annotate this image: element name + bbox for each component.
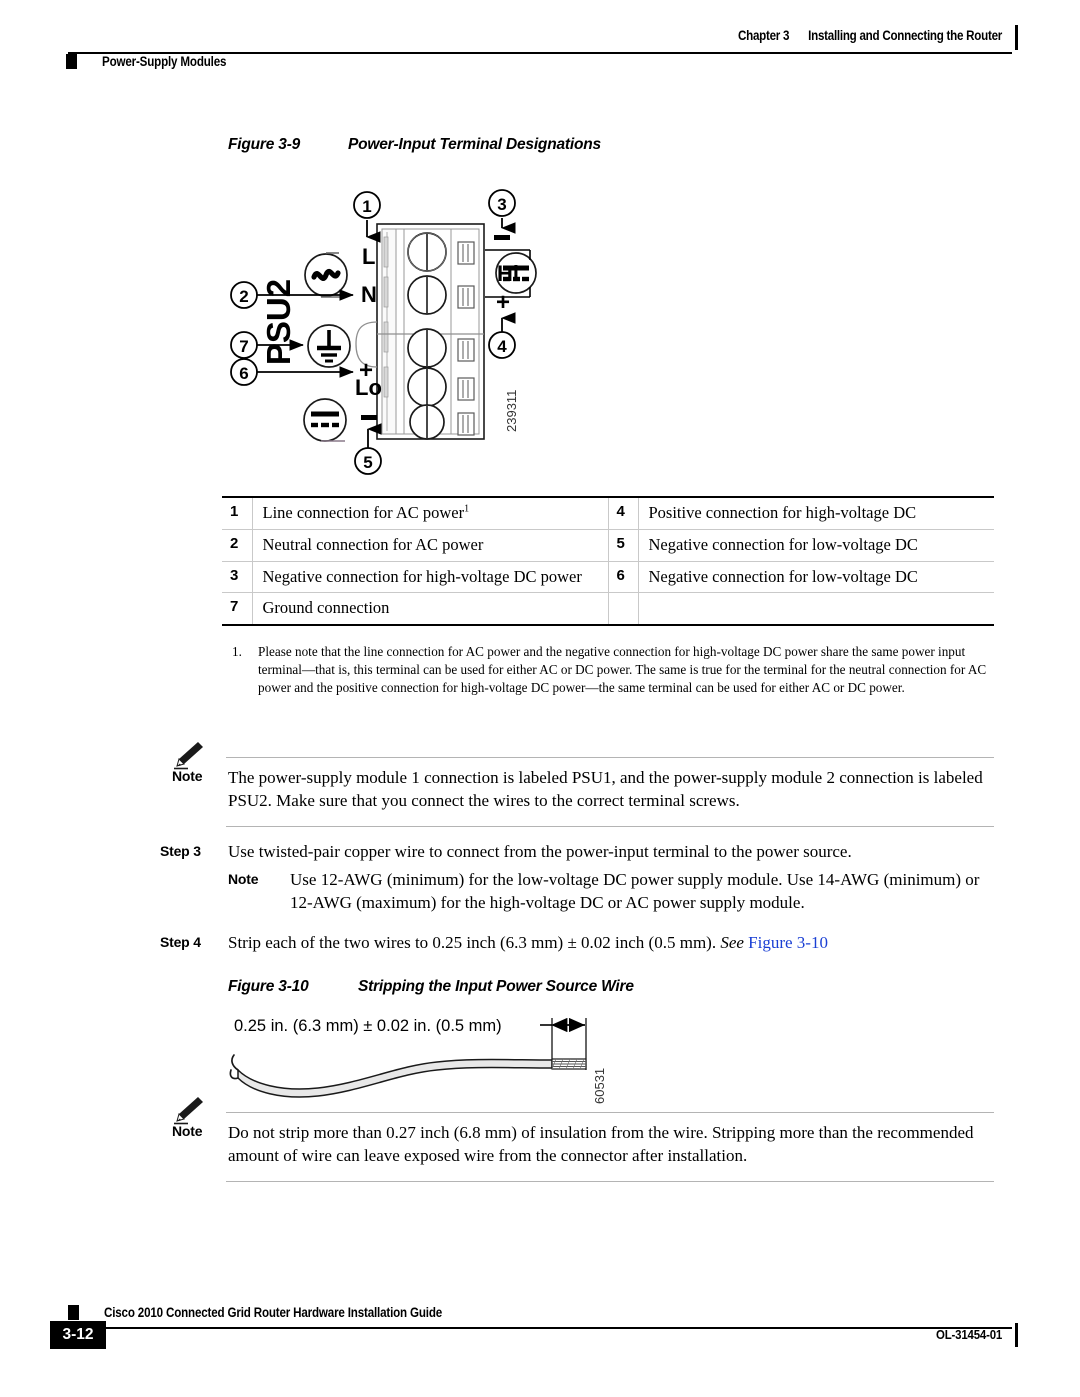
callout-4: 4 xyxy=(488,312,516,359)
legend-text: Negative connection for low-voltage DC xyxy=(638,561,994,594)
figure-3-10-link[interactable]: Figure 3-10 xyxy=(748,933,828,952)
table-row: 1 Line connection for AC power1 4 Positi… xyxy=(222,495,994,530)
figure-3-9-title: Power-Input Terminal Designations xyxy=(348,136,601,153)
legend-text: Line connection for AC power1 xyxy=(252,495,609,530)
footer-guide-title: Cisco 2010 Connected Grid Router Hardwar… xyxy=(104,1305,443,1320)
note-rule-top xyxy=(226,757,994,759)
figure-3-9-caption: Figure 3-9 Power-Input Terminal Designati… xyxy=(228,136,601,154)
terminal-label-low-minus xyxy=(361,415,377,420)
header-chapter-info: Chapter 3 Installing and Connecting the R… xyxy=(738,28,1002,43)
legend-text xyxy=(638,592,994,627)
note-rule-bottom xyxy=(226,1181,994,1183)
legend-number: 2 xyxy=(222,529,253,562)
legend-number: 3 xyxy=(222,561,253,594)
ac-sine-symbol-icon xyxy=(304,252,348,298)
earth-ground-symbol-icon xyxy=(307,324,351,368)
svg-text:2: 2 xyxy=(239,287,248,306)
svg-text:7: 7 xyxy=(239,337,248,356)
legend-text: Positive connection for high-voltage DC xyxy=(638,495,994,530)
step-4-see-word: See xyxy=(720,933,744,952)
legend-number: 6 xyxy=(608,561,639,594)
note-block-psu: Note The power-supply module 1 connectio… xyxy=(172,740,994,828)
legend-text-value: Line connection for AC power xyxy=(262,503,465,522)
header-chapter-title: Installing and Connecting the Router xyxy=(808,28,1002,43)
note-rule-top xyxy=(226,1112,994,1114)
pencil-icon xyxy=(174,1097,203,1125)
note-text: Use 12-AWG (minimum) for the low-voltage… xyxy=(290,870,980,913)
figure-3-10-title: Stripping the Input Power Source Wire xyxy=(358,978,634,995)
callout-3: 3 xyxy=(488,189,516,234)
pencil-icon xyxy=(174,742,203,770)
step-4-text: Strip each of the two wires to 0.25 inch… xyxy=(228,931,994,954)
terminal-label-L: L xyxy=(362,244,375,269)
change-bar-icon xyxy=(1015,25,1018,50)
wire-stripped-conductor xyxy=(551,1058,587,1070)
legend-number xyxy=(608,592,639,627)
svg-text:5: 5 xyxy=(363,453,372,472)
terminal-label-N: N xyxy=(361,282,377,307)
step-3-label: Step 3 xyxy=(160,843,201,859)
bullet-square-icon xyxy=(66,54,77,69)
callout-1: 1 xyxy=(353,191,381,243)
legend-number: 1 xyxy=(222,495,253,530)
note-label: Note xyxy=(172,768,203,784)
change-bar-icon xyxy=(1015,1323,1018,1347)
step-4-label: Step 4 xyxy=(160,934,201,950)
header-section: Power-Supply Modules xyxy=(66,54,247,69)
page-footer: Cisco 2010 Connected Grid Router Hardwar… xyxy=(0,1277,1080,1397)
header-chapter-number: Chapter 3 xyxy=(737,28,790,43)
note-text: The power-supply module 1 connection is … xyxy=(228,768,983,811)
psu2-label: PSU2 xyxy=(260,279,297,365)
table-row: 7 Ground connection xyxy=(222,592,994,627)
figure-3-9-number: Figure 3-9 xyxy=(228,136,301,153)
svg-text:4: 4 xyxy=(497,337,507,356)
figure-3-10-number: Figure 3-10 xyxy=(228,978,309,995)
note-rule-bottom xyxy=(226,826,994,828)
page-number-badge: 3-12 xyxy=(50,1321,106,1349)
terminal-label-high-minus xyxy=(494,235,510,240)
legend-text: Neutral connection for AC power xyxy=(252,529,609,562)
legend-text: Negative connection for low-voltage DC xyxy=(638,529,994,562)
hi-label: Hi xyxy=(497,261,519,286)
note-block-awg: Note Use 12-AWG (minimum) for the low-vo… xyxy=(228,868,994,930)
footnote-marker: 1. xyxy=(232,644,242,659)
figure-3-10-caption: Figure 3-10 Stripping the Input Power Sou… xyxy=(228,978,634,996)
table-row: 2 Neutral connection for AC power 5 Nega… xyxy=(222,529,994,562)
footnote-text: Please note that the line connection for… xyxy=(258,644,987,696)
legend-text: Ground connection xyxy=(252,592,609,627)
legend-text: Negative connection for high-voltage DC … xyxy=(252,561,609,594)
figure-3-9-graphic: PSU2 Hi Lo L N + + 1 3 2 7 6 5 4 239311 xyxy=(225,182,565,487)
footer-rule xyxy=(68,1327,1012,1329)
svg-text:1: 1 xyxy=(362,197,371,216)
table-row: 3 Negative connection for high-voltage D… xyxy=(222,561,994,594)
step-4-text-main: Strip each of the two wires to 0.25 inch… xyxy=(228,933,721,952)
legend-footnote-marker: 1 xyxy=(464,503,470,515)
figure-3-10-dimension-label: 0.25 in. (6.3 mm) ± 0.02 in. (0.5 mm) xyxy=(234,1017,502,1035)
bullet-square-icon xyxy=(68,1305,79,1320)
footer-doc-number: OL-31454-01 xyxy=(935,1327,1002,1342)
step-3-text: Use twisted-pair copper wire to connect … xyxy=(228,842,852,861)
terminal-legend-table: 1 Line connection for AC power1 4 Positi… xyxy=(222,495,994,627)
table-footnote: 1. Please note that the line connection … xyxy=(232,643,998,698)
note-block-strip-limit: Note Do not strip more than 0.27 inch (6… xyxy=(172,1095,994,1183)
legend-number: 5 xyxy=(608,529,639,562)
page-header: Chapter 3 Installing and Connecting the R… xyxy=(0,25,1080,84)
wire-insulation xyxy=(237,1058,553,1098)
legend-number: 7 xyxy=(222,592,253,627)
terminal-label-high-plus: + xyxy=(496,289,510,316)
dc-symbol-icon xyxy=(303,398,347,442)
header-section-title: Power-Supply Modules xyxy=(102,54,227,69)
note-label: Note xyxy=(228,871,259,887)
svg-text:3: 3 xyxy=(497,195,506,214)
svg-text:6: 6 xyxy=(239,364,248,383)
note-label: Note xyxy=(172,1123,203,1139)
note-text: Do not strip more than 0.27 inch (6.8 mm… xyxy=(228,1123,974,1166)
legend-number: 4 xyxy=(608,495,639,530)
terminal-label-low-plus: + xyxy=(359,357,373,384)
figure-3-9-graphic-id: 239311 xyxy=(504,390,519,432)
